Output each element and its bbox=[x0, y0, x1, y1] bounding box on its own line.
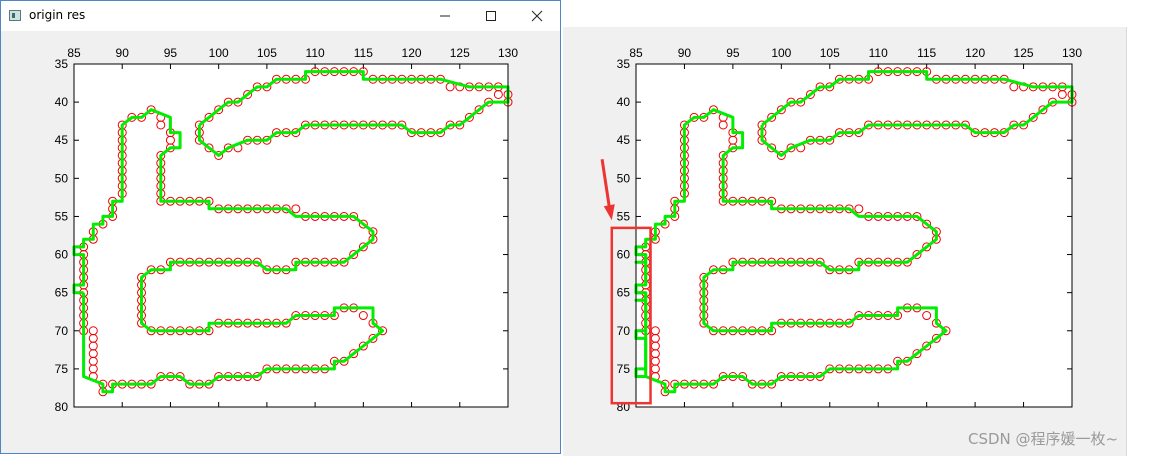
x-tick-label: 120 bbox=[402, 46, 422, 60]
y-tick-label: 35 bbox=[617, 57, 631, 71]
x-tick-label: 120 bbox=[965, 46, 985, 60]
x-tick-label: 100 bbox=[209, 46, 229, 60]
x-tick-label: 115 bbox=[354, 46, 373, 60]
y-tick-label: 75 bbox=[55, 362, 69, 376]
x-tick-label: 105 bbox=[257, 46, 277, 60]
y-tick-label: 60 bbox=[617, 248, 631, 262]
highlight-arrow-shaft bbox=[600, 159, 612, 211]
x-tick-label: 85 bbox=[67, 46, 81, 60]
x-tick-label: 125 bbox=[1014, 46, 1034, 60]
plot-area bbox=[636, 64, 1072, 407]
x-tick-label: 105 bbox=[820, 46, 840, 60]
x-tick-label: 115 bbox=[917, 46, 936, 60]
x-tick-label: 95 bbox=[726, 46, 740, 60]
y-tick-label: 65 bbox=[617, 286, 631, 300]
csdn-watermark: CSDN @程序媛一枚~ bbox=[968, 430, 1119, 448]
x-tick-label: 90 bbox=[116, 46, 130, 60]
origin-res-chart: 85 90 95 100 105 110 115 120 125 130 35 40 45 50 55 60 6… bbox=[55, 46, 519, 414]
y-tick-label: 45 bbox=[617, 133, 631, 147]
x-tick-label: 125 bbox=[450, 46, 470, 60]
plot-area bbox=[74, 64, 508, 407]
maximize-icon bbox=[486, 11, 496, 21]
y-tick-label: 40 bbox=[617, 95, 631, 109]
x-tick-label: 90 bbox=[678, 46, 692, 60]
result-chart: 85 90 95 100 105 110 115 120 125 130 35 40 45 50 55 60 6… bbox=[600, 46, 1082, 414]
y-tick-label: 50 bbox=[55, 171, 69, 185]
y-tick-label: 80 bbox=[55, 400, 69, 414]
highlight-arrow-head bbox=[603, 204, 615, 221]
y-tick-label: 60 bbox=[55, 248, 69, 262]
y-tick-label: 70 bbox=[617, 324, 631, 338]
minimize-icon bbox=[440, 15, 450, 17]
minimize-button[interactable] bbox=[422, 1, 468, 31]
app-icon bbox=[9, 10, 21, 21]
x-tick-label: 130 bbox=[1062, 46, 1082, 60]
x-tick-label: 130 bbox=[498, 46, 518, 60]
y-tick-label: 65 bbox=[55, 286, 69, 300]
y-tick-label: 35 bbox=[55, 57, 69, 71]
y-tick-label: 55 bbox=[55, 209, 69, 223]
y-tick-label: 75 bbox=[617, 362, 631, 376]
x-tick-label: 85 bbox=[629, 46, 643, 60]
y-tick-label: 50 bbox=[617, 171, 631, 185]
y-tick-label: 70 bbox=[55, 324, 69, 338]
close-icon bbox=[531, 10, 543, 22]
x-tick-label: 100 bbox=[771, 46, 791, 60]
title-bar[interactable]: origin res bbox=[1, 1, 560, 31]
x-tick-label: 110 bbox=[306, 46, 325, 60]
x-tick-label: 95 bbox=[164, 46, 178, 60]
x-tick-label: 110 bbox=[869, 46, 888, 60]
y-tick-label: 45 bbox=[55, 133, 69, 147]
close-button[interactable] bbox=[514, 1, 560, 31]
y-tick-label: 40 bbox=[55, 95, 69, 109]
maximize-button[interactable] bbox=[468, 1, 514, 31]
y-tick-label: 55 bbox=[617, 209, 631, 223]
window-title: origin res bbox=[29, 8, 86, 22]
